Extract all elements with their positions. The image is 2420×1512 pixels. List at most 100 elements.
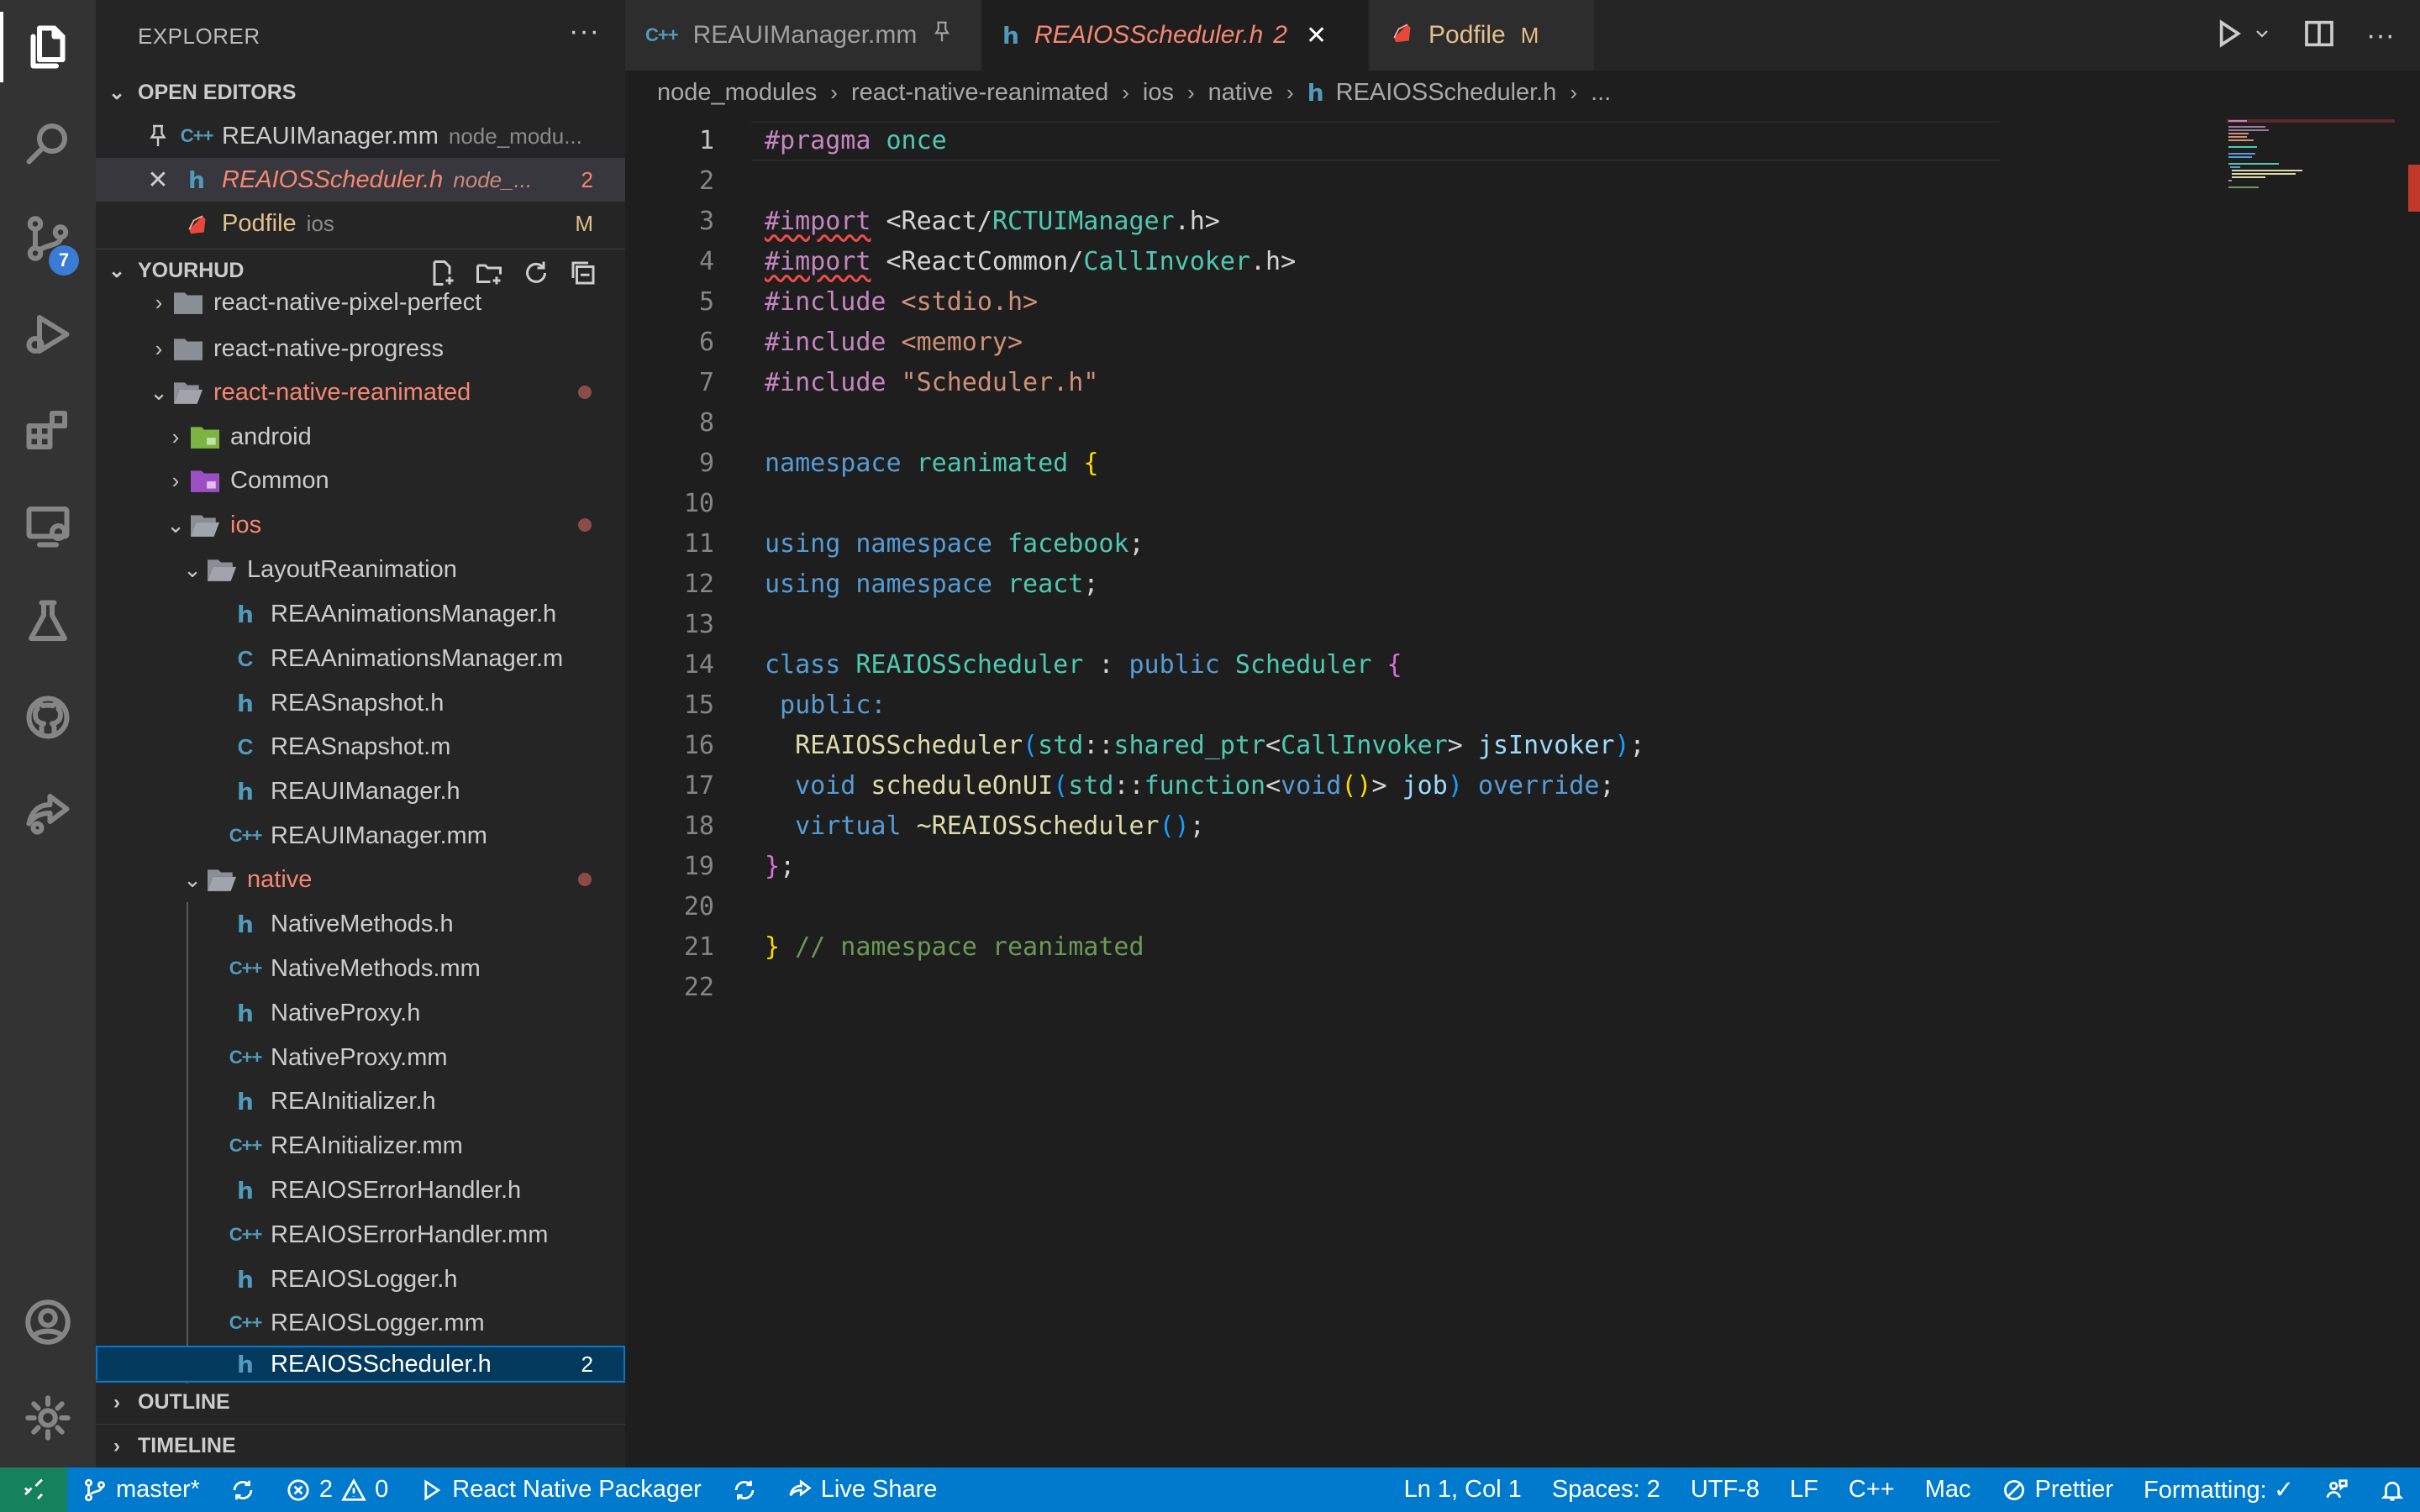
explorer-icon[interactable] bbox=[0, 7, 96, 87]
tree-label: ios bbox=[230, 511, 262, 538]
outline-header[interactable]: › OUTLINE bbox=[96, 1380, 625, 1424]
open-editor-name: Podfile bbox=[222, 209, 297, 237]
tree-file[interactable]: h REASnapshot.h bbox=[96, 681, 625, 725]
open-editor-item-active[interactable]: ✕ h REAIOSScheduler.h node_... 2 bbox=[96, 158, 625, 202]
testing-icon[interactable] bbox=[0, 581, 96, 662]
sync-icon[interactable] bbox=[717, 1478, 772, 1503]
breadcrumb-item[interactable]: native bbox=[1208, 79, 1273, 107]
more-actions-icon[interactable]: ··· bbox=[2366, 19, 2395, 52]
tree-file[interactable]: h REAIOSLogger.h bbox=[96, 1257, 625, 1301]
problems-status[interactable]: 2 0 bbox=[271, 1476, 403, 1504]
open-editor-item[interactable]: C++ REAUIManager.mm node_modu... bbox=[96, 114, 625, 158]
tab-reaiosscheduler[interactable]: h REAIOSScheduler.h 2 ✕ bbox=[982, 0, 1369, 71]
warning-icon bbox=[341, 1478, 366, 1501]
split-editor-icon[interactable] bbox=[2302, 17, 2336, 55]
tree-folder[interactable]: › react-native-progress bbox=[96, 327, 625, 370]
open-editors-title: OPEN EDITORS bbox=[138, 80, 297, 104]
tree-file[interactable]: h NativeProxy.h bbox=[96, 991, 625, 1035]
close-icon[interactable]: ✕ bbox=[1306, 21, 1327, 50]
tree-label: react-native-reanimated bbox=[213, 378, 471, 406]
tree-folder-open[interactable]: ⌄ ios bbox=[96, 503, 625, 547]
minimap[interactable] bbox=[2227, 114, 2395, 215]
tree-file[interactable]: h REAAnimationsManager.h bbox=[96, 592, 625, 636]
tree-file[interactable]: C++ REAIOSLogger.mm bbox=[96, 1301, 625, 1345]
tree-folder[interactable]: › Common bbox=[96, 459, 625, 502]
cpp-file-icon: C++ bbox=[229, 825, 263, 846]
more-actions-icon[interactable]: ··· bbox=[569, 15, 600, 48]
platform[interactable]: Mac bbox=[1910, 1476, 1986, 1504]
editor-tabs: C++ REAUIManager.mm h REAIOSScheduler.h … bbox=[625, 0, 2420, 71]
tab-reauimanager[interactable]: C++ REAUIManager.mm bbox=[625, 0, 981, 71]
end-of-line[interactable]: LF bbox=[1775, 1476, 1833, 1504]
notifications-bell-icon[interactable] bbox=[2365, 1478, 2420, 1503]
tree-folder-open[interactable]: ⌄ react-native-reanimated bbox=[96, 370, 625, 414]
extensions-icon[interactable] bbox=[0, 390, 96, 470]
tree-folder-open[interactable]: ⌄ LayoutReanimation bbox=[96, 548, 625, 591]
prettier-status[interactable]: Prettier bbox=[1986, 1476, 2128, 1504]
folder-open-icon bbox=[171, 381, 205, 404]
tree-file[interactable]: h REAUIManager.h bbox=[96, 769, 625, 813]
pin-icon[interactable] bbox=[141, 123, 175, 149]
github-icon[interactable] bbox=[0, 677, 96, 758]
tree-folder[interactable]: › android bbox=[96, 415, 625, 459]
language-mode[interactable]: C++ bbox=[1833, 1476, 1910, 1504]
open-editor-item[interactable]: Podfile ios M bbox=[96, 202, 625, 245]
breadcrumb-item[interactable]: node_modules bbox=[657, 79, 817, 107]
cpp-file-icon: C++ bbox=[229, 1135, 263, 1156]
modified-badge: M bbox=[1520, 22, 1539, 48]
code-editor[interactable]: 1 2 3 4 5 6 7 8 9 10 11 12 13 14 15 16 1… bbox=[625, 114, 2420, 1467]
account-icon[interactable] bbox=[0, 1282, 96, 1362]
timeline-header[interactable]: › TIMELINE bbox=[96, 1424, 625, 1467]
tree-file-selected[interactable]: h REAIOSScheduler.h 2 bbox=[96, 1346, 625, 1383]
chevron-down-icon[interactable] bbox=[2252, 17, 2272, 55]
close-icon[interactable]: ✕ bbox=[141, 165, 175, 195]
cpp-file-icon: C++ bbox=[229, 1312, 263, 1333]
line-number: 1 bbox=[698, 126, 714, 155]
tree-label: NativeProxy.mm bbox=[271, 1043, 448, 1071]
breadcrumb-item[interactable]: ios bbox=[1143, 79, 1174, 107]
remote-explorer-icon[interactable] bbox=[0, 486, 96, 566]
remote-indicator[interactable] bbox=[0, 1467, 67, 1512]
tree-file[interactable]: C++ NativeMethods.mm bbox=[96, 947, 625, 990]
tree-file[interactable]: C REASnapshot.m bbox=[96, 725, 625, 769]
tree-file[interactable]: h REAIOSErrorHandler.h bbox=[96, 1168, 625, 1212]
tree-file[interactable]: C++ REAInitializer.mm bbox=[96, 1124, 625, 1168]
tree-label: REAIOSErrorHandler.mm bbox=[271, 1221, 549, 1248]
cursor-position[interactable]: Ln 1, Col 1 bbox=[1389, 1476, 1537, 1504]
line-number: 16 bbox=[683, 731, 714, 760]
line-number: 21 bbox=[683, 932, 714, 962]
feedback-icon[interactable] bbox=[2309, 1478, 2365, 1503]
search-icon[interactable] bbox=[0, 102, 96, 183]
formatting-status[interactable]: Formatting: ✓ bbox=[2128, 1475, 2309, 1504]
breadcrumb-item[interactable]: react-native-reanimated bbox=[851, 79, 1108, 107]
open-editors-header[interactable]: ⌄ OPEN EDITORS bbox=[96, 71, 625, 114]
pin-icon[interactable] bbox=[932, 20, 952, 50]
warning-count: 0 bbox=[375, 1476, 389, 1503]
tab-podfile[interactable]: Podfile M bbox=[1370, 0, 1595, 71]
run-icon[interactable] bbox=[2212, 17, 2245, 55]
run-debug-icon[interactable] bbox=[0, 294, 96, 375]
tree-file[interactable]: C++ NativeProxy.mm bbox=[96, 1036, 625, 1079]
tree-file[interactable]: C REAAnimationsManager.m bbox=[96, 637, 625, 680]
sync-icon[interactable] bbox=[215, 1478, 271, 1503]
live-share-icon[interactable] bbox=[0, 773, 96, 853]
tree-label: react-native-pixel-perfect bbox=[213, 288, 482, 316]
tree-folder-open[interactable]: ⌄ native bbox=[96, 858, 625, 901]
error-dot bbox=[578, 518, 592, 532]
tree-file[interactable]: h NativeMethods.h bbox=[96, 902, 625, 946]
source-control-icon[interactable]: 7 bbox=[0, 198, 96, 279]
manage-gear-icon[interactable] bbox=[0, 1378, 96, 1458]
tree-file[interactable]: C++ REAIOSErrorHandler.mm bbox=[96, 1213, 625, 1257]
live-share-status[interactable]: Live Share bbox=[772, 1476, 953, 1504]
react-native-packager-status[interactable]: React Native Packager bbox=[403, 1476, 717, 1504]
encoding[interactable]: UTF-8 bbox=[1676, 1476, 1775, 1504]
branch-status[interactable]: master* bbox=[67, 1476, 215, 1504]
tree-file[interactable]: h REAInitializer.h bbox=[96, 1079, 625, 1123]
folder-open-icon bbox=[205, 558, 239, 581]
breadcrumb-item[interactable]: ... bbox=[1591, 79, 1611, 107]
tree-folder[interactable]: › react-native-pixel-perfect bbox=[96, 282, 625, 323]
tree-file[interactable]: C++ REAUIManager.mm bbox=[96, 814, 625, 858]
indentation[interactable]: Spaces: 2 bbox=[1537, 1476, 1676, 1504]
breadcrumb-item[interactable]: REAIOSScheduler.h bbox=[1336, 79, 1557, 107]
line-number: 8 bbox=[698, 408, 714, 438]
